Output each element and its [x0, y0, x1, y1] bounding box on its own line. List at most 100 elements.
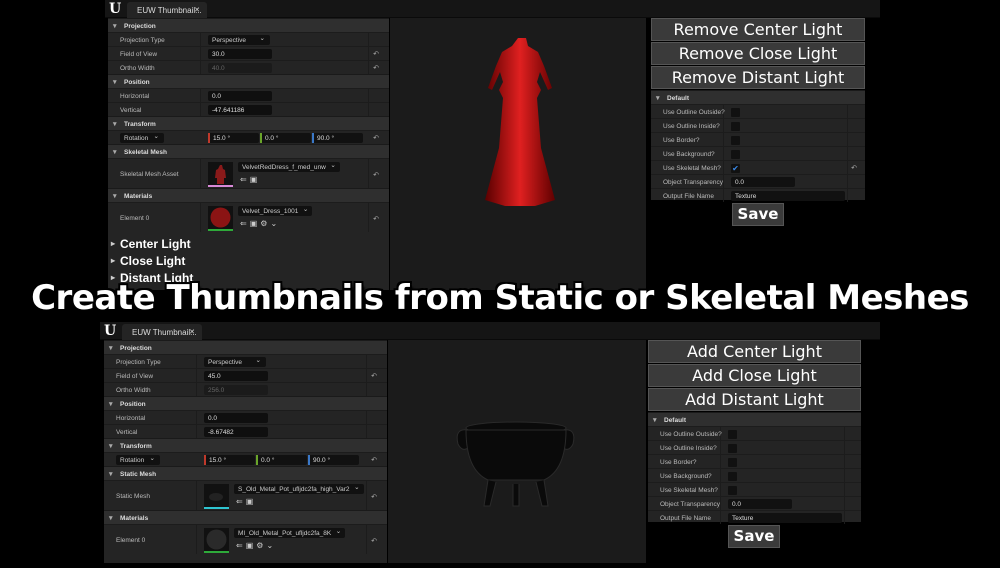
option-checkbox[interactable] — [731, 150, 740, 159]
section-position[interactable]: Position — [104, 396, 387, 410]
section-light-1[interactable]: Close Light — [108, 252, 389, 269]
material-thumbnail[interactable] — [204, 528, 229, 553]
use-selected-icon[interactable]: ⇐ — [240, 219, 250, 228]
browse-icon[interactable]: ▣ — [250, 219, 261, 228]
row-output-file-name: Output File Name Texture — [648, 510, 861, 524]
material-asset-dropdown[interactable]: MI_Old_Metal_Pot_ufljdc2fa_8K — [234, 527, 346, 538]
reset-to-default-icon[interactable]: ↶ — [373, 50, 379, 58]
material-options-icon[interactable]: ⚙⌄ — [256, 541, 276, 550]
option-checkbox[interactable]: ✔ — [731, 164, 740, 173]
light-button-1[interactable]: Remove Close Light — [651, 42, 865, 65]
bottom-viewport[interactable] — [388, 340, 646, 563]
section-materials[interactable]: Materials — [104, 510, 387, 524]
mesh-thumbnail[interactable] — [208, 162, 233, 187]
row-option: Use Outline Outside? — [651, 104, 865, 118]
section-position[interactable]: Position — [108, 74, 389, 88]
material-options-icon[interactable]: ⚙⌄ — [260, 219, 280, 228]
rotation-x-input[interactable]: 15.0 ° — [204, 455, 255, 465]
option-checkbox[interactable] — [728, 458, 737, 467]
top-viewport[interactable] — [390, 18, 646, 290]
rotation-y-input[interactable]: 0.0 ° — [256, 455, 307, 465]
bottom-tab-bar: U EUW Thumbnail... ✕ — [100, 322, 880, 340]
mesh-asset-dropdown[interactable]: VelvetRedDress_f_med_unw — [238, 161, 340, 172]
option-checkbox[interactable] — [728, 430, 737, 439]
row-vertical: Vertical -8.67482 — [104, 424, 387, 438]
option-checkbox[interactable] — [731, 108, 740, 117]
option-checkbox[interactable] — [731, 122, 740, 131]
ortho-width-input[interactable]: 256.0 — [204, 385, 268, 395]
field-of-view-input[interactable]: 30.0 — [208, 49, 272, 59]
section-default[interactable]: Default — [648, 412, 861, 426]
section-light-0[interactable]: Center Light — [108, 235, 389, 252]
light-button-0[interactable]: Remove Center Light — [651, 18, 865, 41]
use-selected-icon[interactable]: ⇐ — [236, 541, 246, 550]
label: Static Mesh — [116, 493, 150, 500]
object-transparency-input[interactable]: 0.0 — [731, 177, 795, 187]
column-divider — [200, 89, 201, 102]
section-transform[interactable]: Transform — [108, 116, 389, 130]
light-button-2[interactable]: Remove Distant Light — [651, 66, 865, 89]
column-divider — [366, 369, 367, 382]
reset-to-default-icon[interactable]: ↶ — [373, 134, 379, 142]
option-checkbox[interactable] — [728, 472, 737, 481]
reset-to-default-icon[interactable]: ↶ — [373, 171, 379, 179]
reset-to-default-icon[interactable]: ↶ — [851, 164, 857, 172]
horizontal-input[interactable]: 0.0 — [204, 413, 268, 423]
vertical-input[interactable]: -8.67482 — [204, 427, 268, 437]
reset-to-default-icon[interactable]: ↶ — [371, 537, 377, 545]
section-materials[interactable]: Materials — [108, 188, 389, 202]
browse-icon[interactable]: ▣ — [246, 497, 257, 506]
projection-type-dropdown[interactable]: Perspective — [208, 34, 270, 45]
ortho-width-input[interactable]: 40.0 — [208, 63, 272, 73]
column-divider — [368, 47, 369, 60]
vertical-input[interactable]: -47.641186 — [208, 105, 272, 115]
output-file-name-input[interactable]: Texture — [728, 513, 842, 523]
column-divider — [368, 33, 369, 46]
section-default[interactable]: Default — [651, 90, 865, 104]
save-button[interactable]: Save — [728, 525, 780, 548]
reset-to-default-icon[interactable]: ↶ — [371, 493, 377, 501]
rotation-x-input[interactable]: 15.0 ° — [208, 133, 259, 143]
reset-to-default-icon[interactable]: ↶ — [373, 64, 379, 72]
option-checkbox[interactable] — [731, 136, 740, 145]
light-button-2[interactable]: Add Distant Light — [648, 388, 861, 411]
light-button-1[interactable]: Add Close Light — [648, 364, 861, 387]
rotation-z-input[interactable]: 90.0 ° — [308, 455, 359, 465]
option-checkbox[interactable] — [728, 486, 737, 495]
mesh-thumbnail[interactable] — [204, 484, 229, 509]
use-selected-icon[interactable]: ⇐ — [236, 497, 246, 506]
section-mesh[interactable]: Skeletal Mesh — [108, 144, 389, 158]
section-mesh[interactable]: Static Mesh — [104, 466, 387, 480]
column-divider — [368, 203, 369, 232]
field-of-view-input[interactable]: 45.0 — [204, 371, 268, 381]
browse-icon[interactable]: ▣ — [246, 541, 257, 550]
close-tab-icon[interactable]: ✕ — [194, 6, 200, 14]
rotation-y-input[interactable]: 0.0 ° — [260, 133, 311, 143]
section-projection[interactable]: Projection — [104, 340, 387, 354]
material-asset-dropdown[interactable]: Velvet_Dress_1001 — [238, 205, 313, 216]
reset-to-default-icon[interactable]: ↶ — [371, 372, 377, 380]
light-button-0[interactable]: Add Center Light — [648, 340, 861, 363]
rotation-z-input[interactable]: 90.0 ° — [312, 133, 363, 143]
editor-widget-tab[interactable]: EUW Thumbnail... ✕ — [122, 324, 202, 340]
output-file-name-input[interactable]: Texture — [731, 191, 845, 201]
editor-widget-tab[interactable]: EUW Thumbnail... ✕ — [127, 2, 207, 18]
use-selected-icon[interactable]: ⇐ — [240, 175, 250, 184]
column-divider — [847, 189, 848, 202]
projection-type-dropdown[interactable]: Perspective — [204, 356, 266, 367]
close-tab-icon[interactable]: ✕ — [189, 328, 195, 336]
transform-mode-dropdown[interactable]: Rotation — [120, 132, 164, 143]
object-transparency-input[interactable]: 0.0 — [728, 499, 792, 509]
row-rotation: Rotation 15.0 ° 0.0 ° 90.0 ° ↶ — [104, 452, 387, 466]
horizontal-input[interactable]: 0.0 — [208, 91, 272, 101]
section-projection[interactable]: Projection — [108, 18, 389, 32]
mesh-asset-dropdown[interactable]: S_Old_Metal_Pot_ufljdc2fa_high_Var2 — [234, 483, 364, 494]
option-checkbox[interactable] — [728, 444, 737, 453]
reset-to-default-icon[interactable]: ↶ — [373, 215, 379, 223]
save-button[interactable]: Save — [732, 203, 784, 226]
section-transform[interactable]: Transform — [104, 438, 387, 452]
browse-icon[interactable]: ▣ — [250, 175, 261, 184]
reset-to-default-icon[interactable]: ↶ — [371, 456, 377, 464]
transform-mode-dropdown[interactable]: Rotation — [116, 454, 160, 465]
material-thumbnail[interactable] — [208, 206, 233, 231]
